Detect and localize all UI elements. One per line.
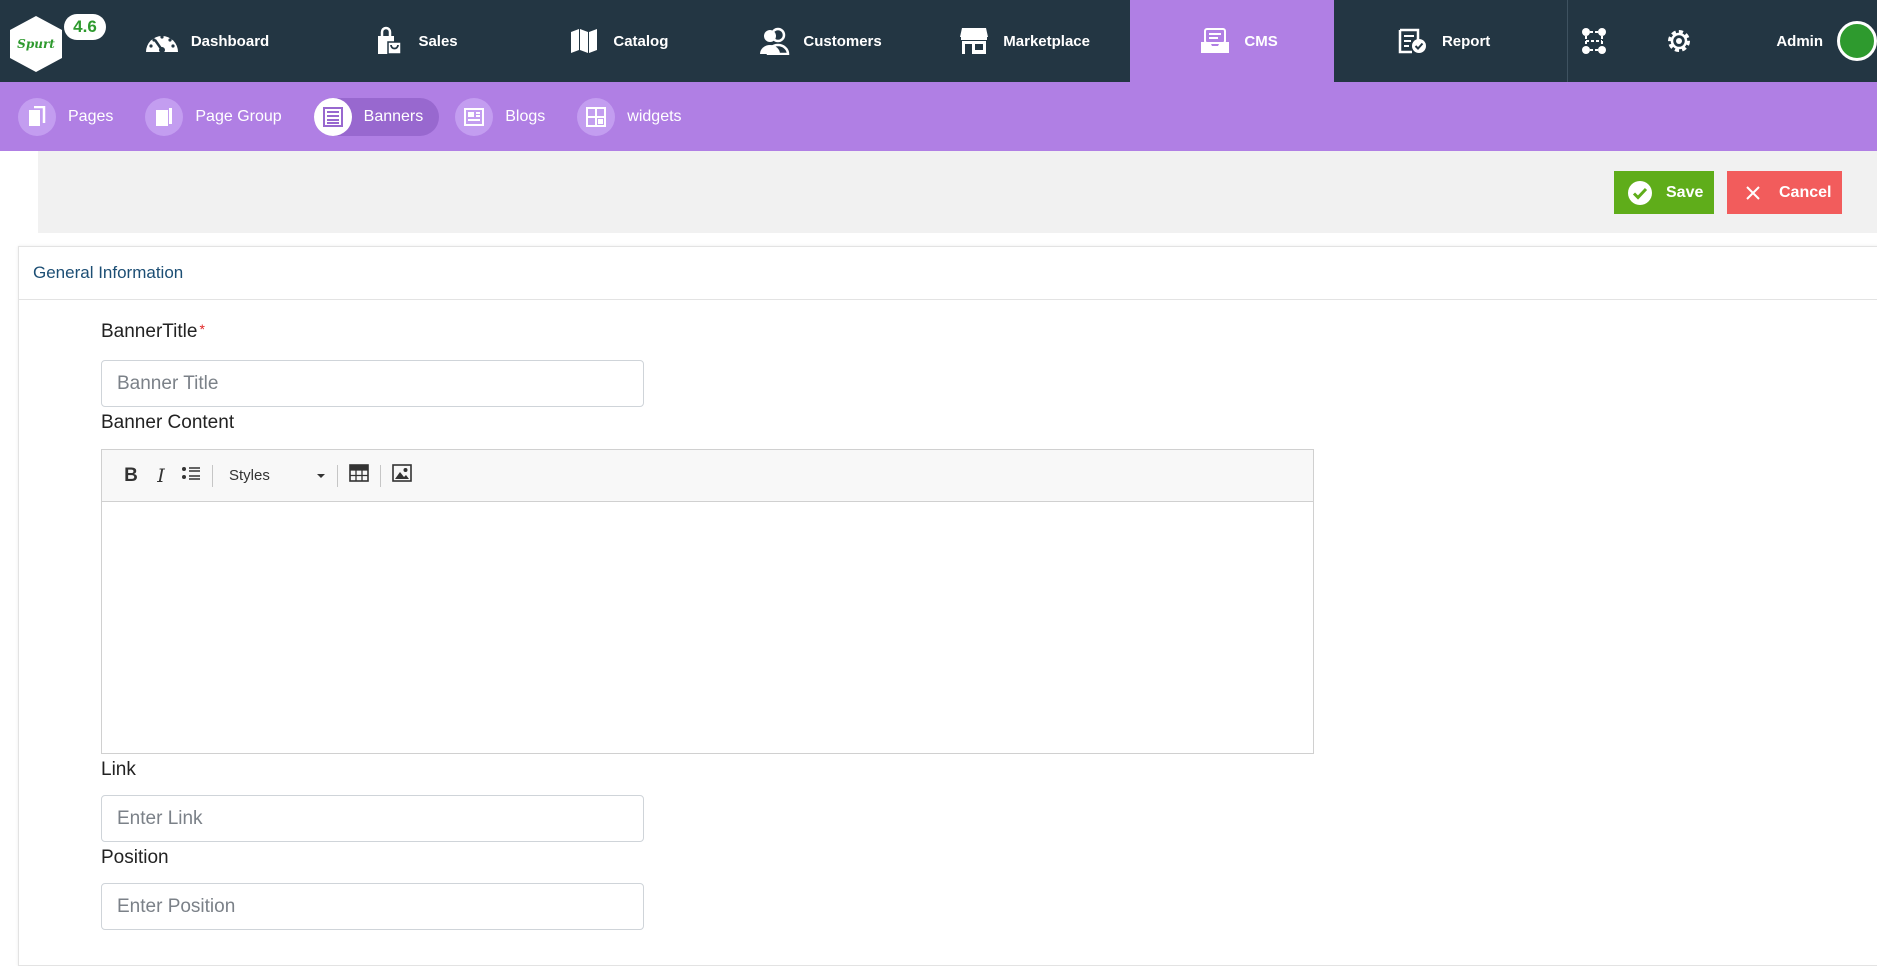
editor-toolbar: B I Styles <box>102 450 1313 502</box>
nav-marketplace[interactable]: Marketplace <box>955 0 1130 82</box>
link-input[interactable] <box>101 795 644 842</box>
action-bar: Save Cancel <box>38 151 1877 233</box>
bold-button[interactable]: B <box>116 461 146 491</box>
app-logo[interactable]: Spurt 4.6 <box>0 0 109 82</box>
insert-image-button[interactable] <box>387 461 417 491</box>
editor-content-area[interactable] <box>102 502 1313 753</box>
toolbar-divider <box>380 464 381 487</box>
banner-content-label: Banner Content <box>101 412 235 433</box>
page-group-icon <box>145 97 184 136</box>
nav-marketplace-label: Marketplace <box>1003 32 1090 50</box>
subnav-pages-label: Pages <box>68 107 114 125</box>
marketplace-store-icon <box>955 26 993 56</box>
banner-title-label: BannerTitle * <box>101 321 205 342</box>
position-input[interactable] <box>101 883 644 930</box>
subnav-page-group-label: Page Group <box>195 107 282 125</box>
required-marker: * <box>199 321 205 337</box>
cancel-button[interactable]: Cancel <box>1727 171 1842 214</box>
subnav-page-group[interactable]: Page Group <box>145 97 297 136</box>
version-badge: 4.6 <box>64 14 106 40</box>
general-information-panel: General Information BannerTitle * Banner … <box>18 246 1877 966</box>
subnav-pages[interactable]: Pages <box>18 97 129 136</box>
caret-down-icon <box>317 473 325 478</box>
nav-report[interactable]: Report <box>1334 0 1567 82</box>
link-label: Link <box>101 759 136 780</box>
italic-button[interactable]: I <box>146 461 176 491</box>
nav-customers-label: Customers <box>803 32 882 50</box>
blogs-icon <box>455 97 494 136</box>
pages-icon <box>18 97 56 136</box>
styles-dropdown[interactable]: Styles <box>219 461 331 491</box>
subnav-banners[interactable]: Banners <box>313 97 440 136</box>
check-circle-icon <box>1626 179 1654 207</box>
nav-dashboard-label: Dashboard <box>190 32 270 50</box>
insert-table-button[interactable] <box>344 461 374 491</box>
subnav-widgets-label: widgets <box>627 107 682 125</box>
cms-inbox-icon <box>1196 26 1234 56</box>
close-icon <box>1739 179 1767 207</box>
user-menu[interactable]: Admin <box>1738 0 1877 82</box>
avatar <box>1837 21 1877 61</box>
gear-icon <box>1660 26 1698 56</box>
catalog-map-icon <box>565 26 603 56</box>
toolbar-divider <box>212 464 213 487</box>
nav-cms-label: CMS <box>1244 32 1278 50</box>
subnav-blogs[interactable]: Blogs <box>455 97 561 136</box>
subnav-widgets[interactable]: widgets <box>577 97 697 136</box>
sales-bag-icon <box>370 26 408 56</box>
workflow-network-icon <box>1575 26 1613 56</box>
top-navbar: Spurt 4.6 Dashboard Sales Catalog Custom… <box>0 0 1877 82</box>
logo-cart-icon: Spurt <box>10 16 62 72</box>
position-label: Position <box>101 847 169 868</box>
table-icon <box>349 463 369 488</box>
section-title: General Information <box>19 247 1877 300</box>
bulleted-list-icon <box>181 465 201 487</box>
cms-subnav: Pages Page Group Banners Blogs widgets <box>0 82 1877 151</box>
nav-customers[interactable]: Customers <box>755 0 955 82</box>
save-button[interactable]: Save <box>1614 171 1714 214</box>
banner-content-editor: B I Styles <box>101 449 1314 754</box>
italic-icon: I <box>157 464 165 487</box>
toolbar-divider <box>337 464 338 487</box>
bold-icon: B <box>124 464 138 486</box>
nav-report-label: Report <box>1441 32 1491 50</box>
widgets-icon <box>577 97 616 136</box>
nav-cms[interactable]: CMS <box>1130 0 1334 82</box>
report-document-icon <box>1394 26 1432 56</box>
user-name: Admin <box>1776 32 1823 50</box>
nav-settings[interactable] <box>1620 0 1739 82</box>
nav-sales[interactable]: Sales <box>370 0 565 82</box>
nav-dashboard[interactable]: Dashboard <box>109 0 371 82</box>
subnav-blogs-label: Blogs <box>505 107 546 125</box>
banners-icon <box>313 97 352 136</box>
customers-users-icon <box>755 26 793 56</box>
nav-workflow[interactable] <box>1568 0 1619 82</box>
styles-dropdown-label: Styles <box>229 467 270 484</box>
nav-catalog-label: Catalog <box>613 32 669 50</box>
save-button-label: Save <box>1666 183 1704 201</box>
nav-catalog[interactable]: Catalog <box>565 0 755 82</box>
subnav-banners-label: Banners <box>363 107 424 125</box>
bulleted-list-button[interactable] <box>176 461 206 491</box>
image-icon <box>392 463 412 488</box>
nav-sales-label: Sales <box>418 32 458 50</box>
cancel-button-label: Cancel <box>1779 183 1832 201</box>
dashboard-gauge-icon <box>143 26 181 56</box>
banner-title-input[interactable] <box>101 360 644 407</box>
